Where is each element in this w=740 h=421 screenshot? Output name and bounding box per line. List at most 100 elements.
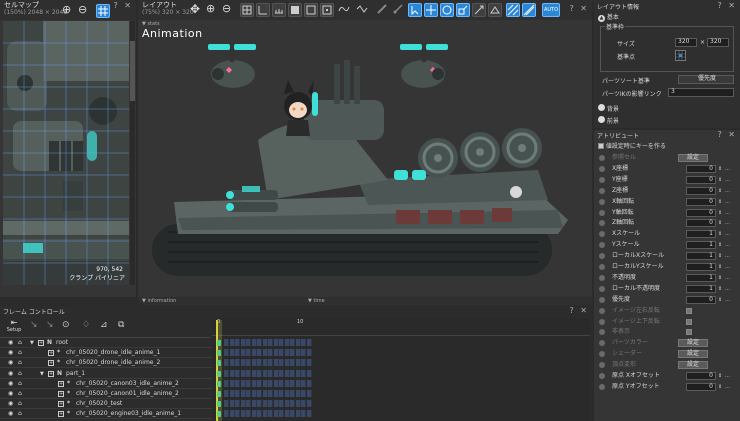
keyframe-dot-icon[interactable]: [599, 165, 605, 172]
keyframe-dot-icon[interactable]: [599, 362, 605, 369]
attribute-value-input[interactable]: 0: [686, 175, 716, 184]
keyframe-dot-icon[interactable]: [599, 296, 605, 303]
setup-button[interactable]: ⇤ Setup: [6, 318, 22, 335]
frame-cell[interactable]: [251, 339, 257, 346]
node-toggle-icon[interactable]: +: [58, 401, 64, 408]
cellmap-canvas[interactable]: 970, 542 クランプ パイリニア: [3, 21, 129, 285]
frame-cell[interactable]: [284, 369, 290, 377]
frame-cell[interactable]: [246, 400, 251, 408]
frame-cell[interactable]: [284, 339, 290, 346]
more-options-icon[interactable]: …: [725, 284, 730, 294]
origin-frame-icon[interactable]: [256, 3, 270, 17]
frame-cell[interactable]: [251, 400, 257, 408]
frame-cell[interactable]: [229, 390, 235, 397]
attribute-value-input[interactable]: 0: [686, 295, 716, 304]
frame-cell[interactable]: [306, 359, 312, 367]
frame-cell[interactable]: [240, 339, 246, 346]
frame-cell[interactable]: [301, 390, 306, 397]
expand-arrow-icon[interactable]: ▼: [30, 338, 34, 348]
grid-icon[interactable]: [240, 3, 254, 17]
attribute-value-input[interactable]: 0: [686, 382, 716, 391]
frame-cell[interactable]: [251, 349, 257, 357]
attribute-value-input[interactable]: 0: [686, 219, 716, 228]
keyframe-dot-icon[interactable]: [599, 209, 605, 216]
frame-cell[interactable]: [235, 359, 240, 367]
attribute-window-controls[interactable]: ? ✕: [718, 130, 738, 139]
stepper-icon[interactable]: ⇕: [718, 273, 722, 283]
frame-cell[interactable]: [262, 390, 268, 397]
lock-icon[interactable]: ⌂: [18, 348, 22, 358]
frame-cell[interactable]: [290, 390, 295, 397]
add-null-icon[interactable]: ↘: [46, 320, 54, 330]
zoom-in-icon[interactable]: ⊕: [62, 4, 76, 18]
frame-cell[interactable]: [229, 379, 235, 387]
keyframe-dot-icon[interactable]: [599, 373, 605, 379]
stepper-icon[interactable]: ⇕: [718, 218, 722, 228]
frame-cell[interactable]: [268, 339, 273, 346]
frame-cell[interactable]: [295, 349, 301, 357]
frame-cell[interactable]: [262, 349, 268, 357]
attribute-checkbox[interactable]: [686, 329, 692, 336]
frame-cell[interactable]: [295, 379, 301, 387]
frame-cell[interactable]: [251, 379, 257, 387]
keyframe-dot-icon[interactable]: [599, 176, 605, 183]
frame-cell[interactable]: [224, 369, 229, 377]
frame-cell[interactable]: [306, 390, 312, 397]
eye-icon[interactable]: ◉: [8, 389, 13, 399]
frame-cell[interactable]: [257, 390, 262, 397]
frame-cell[interactable]: [240, 390, 246, 397]
frame-cell[interactable]: [268, 400, 273, 408]
frame-cell[interactable]: [262, 379, 268, 387]
expand-arrow-icon[interactable]: ▼: [40, 369, 44, 379]
lock-icon[interactable]: ⌂: [18, 409, 22, 419]
frame-cell[interactable]: [273, 400, 279, 408]
keyframe-marker[interactable]: [217, 401, 221, 408]
frame-cell[interactable]: [268, 359, 273, 367]
eye-icon[interactable]: ◉: [8, 399, 13, 409]
frame-cell[interactable]: [235, 390, 240, 397]
frame-cell[interactable]: [246, 339, 251, 346]
frame-cell[interactable]: [235, 349, 240, 357]
attribute-set-button[interactable]: 設定: [678, 350, 708, 359]
frame-cell[interactable]: [246, 379, 251, 387]
frame-cell[interactable]: [246, 349, 251, 357]
eye-icon[interactable]: ◉: [8, 379, 13, 389]
frame-cell[interactable]: [257, 400, 262, 408]
timeline-track[interactable]: [212, 369, 590, 379]
mesh-icon[interactable]: [506, 3, 520, 17]
keyframe-dot-icon[interactable]: [599, 383, 605, 390]
eye-icon[interactable]: ◉: [8, 409, 13, 419]
add-part-icon[interactable]: ↘: [30, 320, 38, 330]
frame-cell[interactable]: [306, 410, 312, 418]
attribute-value-input[interactable]: 0: [686, 186, 716, 195]
frame-cell[interactable]: [273, 410, 279, 418]
frame-cell[interactable]: [306, 349, 312, 357]
layer-tree-row[interactable]: ◉ ⌂ ▼ + Nroot: [0, 338, 212, 348]
grid-toggle-icon[interactable]: [96, 4, 110, 18]
layout-window-controls[interactable]: ? ✕: [570, 4, 590, 13]
more-options-icon[interactable]: …: [725, 197, 730, 207]
frame-cell[interactable]: [295, 339, 301, 346]
frame-cell[interactable]: [279, 339, 284, 346]
frame-cell[interactable]: [235, 379, 240, 387]
keyframe-dot-icon[interactable]: [599, 318, 605, 325]
keyframe-marker[interactable]: [217, 340, 221, 346]
frame-cell[interactable]: [240, 359, 246, 367]
frame-cell[interactable]: [284, 379, 290, 387]
zoom-out-icon[interactable]: ⊖: [78, 4, 92, 18]
more-options-icon[interactable]: …: [725, 218, 730, 228]
eye-icon[interactable]: ◉: [8, 338, 13, 348]
frame-cell[interactable]: [268, 369, 273, 377]
frame-cell[interactable]: [306, 339, 312, 346]
timeline-track[interactable]: [212, 358, 590, 368]
frame-cell[interactable]: [240, 410, 246, 418]
node-toggle-icon[interactable]: +: [38, 340, 44, 346]
frame-cell[interactable]: [273, 369, 279, 377]
origin-picker[interactable]: [675, 50, 686, 61]
frame-cell[interactable]: [257, 339, 262, 346]
frame-cell[interactable]: [229, 410, 235, 418]
layout-info-window-controls[interactable]: ? ✕: [718, 1, 738, 10]
frame-cell[interactable]: [295, 359, 301, 367]
attribute-checkbox[interactable]: [686, 307, 692, 314]
frame-cell[interactable]: [246, 369, 251, 377]
